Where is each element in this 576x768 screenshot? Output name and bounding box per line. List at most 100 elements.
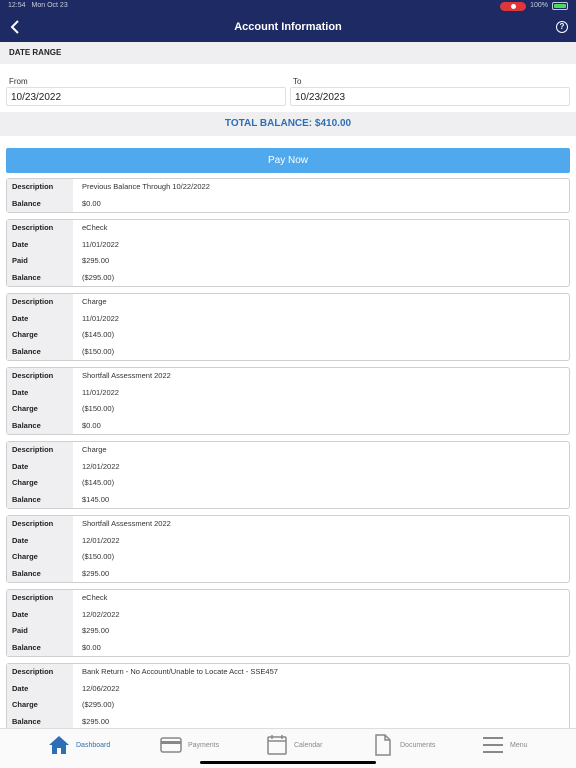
help-icon[interactable]: ? — [556, 21, 568, 33]
row-value: 11/01/2022 — [82, 239, 119, 249]
transaction-row: Balance $295.00 — [7, 713, 569, 728]
transaction-row: Charge ($145.00) — [7, 327, 569, 344]
tab-label: Dashboard — [76, 741, 111, 749]
menu-icon — [482, 734, 504, 756]
row-label: Date — [7, 680, 73, 697]
row-value: Shortfall Assessment 2022 — [82, 371, 171, 380]
row-value: Bank Return - No Account/Unable to Locat… — [82, 667, 278, 676]
row-label: Paid — [7, 253, 73, 270]
tab-label: Payments — [188, 741, 220, 749]
row-label: Description — [7, 179, 73, 196]
pay-now-button[interactable]: Pay Now — [6, 148, 570, 173]
transaction-card: Description Bank Return - No Account/Unab… — [6, 663, 570, 728]
row-label: Balance — [7, 639, 73, 656]
row-value: 12/01/2022 — [82, 535, 120, 545]
transaction-row: Charge ($150.00) — [7, 549, 569, 566]
row-value: ($295.00) — [82, 272, 115, 282]
row-label: Balance — [7, 565, 73, 582]
transaction-row: Date 11/01/2022 — [7, 236, 569, 253]
screen-recording-icon — [500, 1, 527, 11]
row-value: Charge — [82, 445, 107, 454]
tab-documents[interactable]: Documents — [372, 733, 435, 757]
date-range-label: DATE RANGE — [9, 48, 62, 57]
status-bar: 12:54 Mon Oct 23 100% — [0, 0, 576, 12]
row-value: 12/06/2022 — [82, 683, 120, 693]
row-value: ($145.00) — [82, 478, 115, 487]
home-indicator — [200, 761, 376, 764]
row-value: eCheck — [82, 593, 108, 602]
credit-card-icon — [160, 734, 182, 756]
status-time: 12:54 Mon Oct 23 — [8, 0, 68, 12]
row-label: Date — [7, 236, 73, 253]
transaction-card: Description eCheck Date 11/01/2022 Paid $295.… — [6, 219, 570, 287]
row-value: $145.00 — [82, 494, 110, 504]
row-label: Paid — [7, 623, 73, 640]
transaction-row: Balance $145.00 — [7, 491, 569, 508]
battery-percent: 100% — [530, 2, 548, 9]
row-label: Description — [7, 442, 73, 459]
status-date: Mon Oct 23 — [31, 2, 68, 9]
row-label: Balance — [7, 195, 73, 212]
total-balance: TOTAL BALANCE: $410.00 — [0, 112, 576, 136]
row-value: ($150.00) — [82, 552, 115, 561]
transaction-row: Date 12/06/2022 — [7, 680, 569, 697]
row-value: 11/01/2022 — [82, 313, 119, 323]
to-date-input[interactable]: 10/23/2023 — [290, 87, 570, 106]
row-value: $0.00 — [82, 420, 101, 430]
tab-label: Calendar — [294, 741, 323, 749]
transaction-row: Date 12/02/2022 — [7, 606, 569, 623]
row-label: Charge — [7, 401, 73, 418]
row-label: Description — [7, 516, 73, 533]
row-value: $295.00 — [82, 716, 110, 726]
transaction-row: Date 11/01/2022 — [7, 384, 569, 401]
transaction-row: Description Previous Balance Through 10/2… — [7, 179, 569, 196]
transaction-row: Date 12/01/2022 — [7, 458, 569, 475]
row-value: ($145.00) — [82, 330, 115, 339]
row-value: ($295.00) — [82, 700, 115, 709]
transaction-list[interactable]: Description Previous Balance Through 10/2… — [6, 178, 570, 728]
transaction-row: Balance ($150.00) — [7, 343, 569, 360]
transaction-card: Description Charge Date 12/01/2022 Charge ($1… — [6, 441, 570, 509]
row-value: 11/01/2022 — [82, 387, 119, 397]
tab-menu[interactable]: Menu — [482, 733, 528, 757]
battery-icon — [552, 2, 568, 10]
row-label: Date — [7, 606, 73, 623]
transaction-row: Charge ($150.00) — [7, 401, 569, 418]
page-title: Account Information — [234, 21, 342, 33]
transaction-card: Description Shortfall Assessment 2022 Date… — [6, 367, 570, 435]
transaction-row: Description Charge — [7, 442, 569, 459]
row-value: 12/02/2022 — [82, 609, 120, 619]
tab-calendar[interactable]: Calendar — [266, 733, 322, 757]
row-label: Balance — [7, 713, 73, 728]
transaction-row: Paid $295.00 — [7, 253, 569, 270]
tab-payments[interactable]: Payments — [160, 733, 219, 757]
transaction-row: Description eCheck — [7, 220, 569, 237]
row-value: $295.00 — [82, 568, 110, 578]
row-value: Charge — [82, 297, 107, 306]
tab-dashboard[interactable]: Dashboard — [48, 733, 110, 757]
row-label: Description — [7, 294, 73, 311]
transaction-row: Description Shortfall Assessment 2022 — [7, 516, 569, 533]
transaction-row: Balance $0.00 — [7, 417, 569, 434]
from-label: From — [9, 77, 28, 86]
home-icon — [48, 734, 70, 756]
row-label: Charge — [7, 549, 73, 566]
row-label: Balance — [7, 269, 73, 286]
row-value: $0.00 — [82, 198, 101, 208]
from-date-input[interactable]: 10/23/2022 — [6, 87, 286, 106]
row-label: Date — [7, 310, 73, 327]
row-value: Previous Balance Through 10/22/2022 — [82, 182, 210, 191]
row-value: ($150.00) — [82, 346, 115, 356]
transaction-row: Balance ($295.00) — [7, 269, 569, 286]
status-indicators: 100% — [500, 0, 568, 12]
row-label: Date — [7, 384, 73, 401]
to-label: To — [293, 77, 302, 86]
transaction-row: Description Bank Return - No Account/Unab… — [7, 664, 569, 681]
transaction-card: Description Shortfall Assessment 2022 Date… — [6, 515, 570, 583]
tab-label: Menu — [510, 741, 528, 749]
transaction-row: Date 11/01/2022 — [7, 310, 569, 327]
row-label: Description — [7, 220, 73, 237]
row-label: Charge — [7, 475, 73, 492]
transaction-row: Paid $295.00 — [7, 623, 569, 640]
row-value: 12/01/2022 — [82, 461, 120, 471]
